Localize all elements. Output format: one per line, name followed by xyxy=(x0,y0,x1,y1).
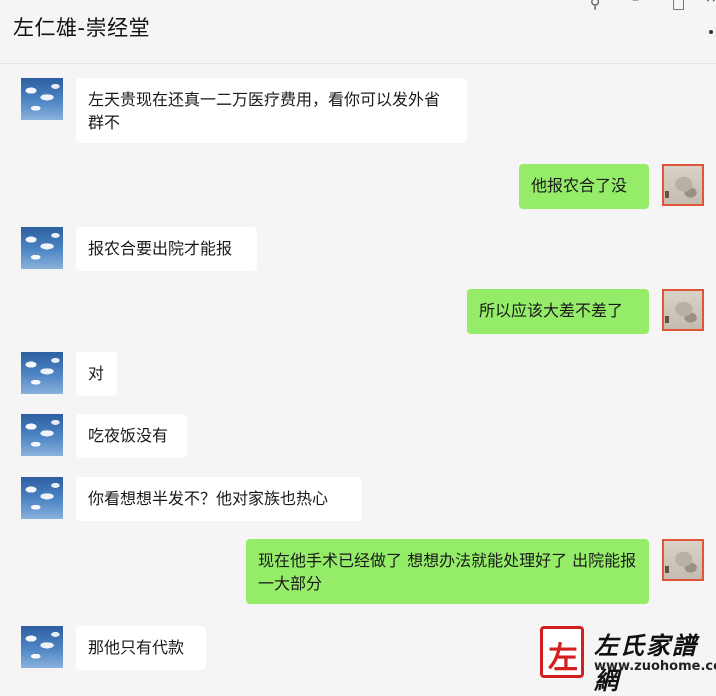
outgoing-message: 他报农合了没 xyxy=(519,164,649,209)
self-avatar[interactable] xyxy=(662,289,704,331)
self-avatar[interactable] xyxy=(662,164,704,206)
self-avatar[interactable] xyxy=(662,539,704,581)
maximize-icon[interactable]: □ xyxy=(672,0,685,12)
contact-avatar[interactable] xyxy=(21,477,63,519)
incoming-message: 吃夜饭没有 xyxy=(76,414,187,458)
outgoing-message: 现在他手术已经做了 想想办法就能处理好了 出院能报一大部分 xyxy=(246,539,649,604)
pin-icon[interactable]: ⚲ xyxy=(590,0,600,12)
incoming-message: 左天贵现在还真一二万医疗费用，看你可以发外省群不 xyxy=(76,78,467,143)
title-bar: 左仁雄-崇经堂 ⚲ – □ × xyxy=(0,0,716,64)
minimize-icon[interactable]: – xyxy=(632,0,639,8)
contact-avatar[interactable] xyxy=(21,78,63,120)
incoming-message: 那他只有代款 xyxy=(76,626,206,670)
site-watermark: 左 左氏家譜網 www.zuohome.com xyxy=(538,622,716,695)
contact-avatar[interactable] xyxy=(21,352,63,394)
chat-title: 左仁雄-崇经堂 xyxy=(13,16,151,40)
more-icon[interactable] xyxy=(709,30,713,34)
contact-avatar[interactable] xyxy=(21,626,63,668)
incoming-message: 对 xyxy=(76,352,117,396)
close-icon[interactable]: × xyxy=(705,0,716,6)
incoming-message: 你看想想半发不？他对家族也热心 xyxy=(76,477,362,521)
contact-avatar[interactable] xyxy=(21,414,63,456)
contact-avatar[interactable] xyxy=(21,227,63,269)
outgoing-message: 所以应该大差不差了 xyxy=(467,289,649,334)
seal-logo: 左 xyxy=(540,626,584,678)
incoming-message: 报农合要出院才能报 xyxy=(76,227,257,271)
watermark-url: www.zuohome.com xyxy=(594,659,716,674)
